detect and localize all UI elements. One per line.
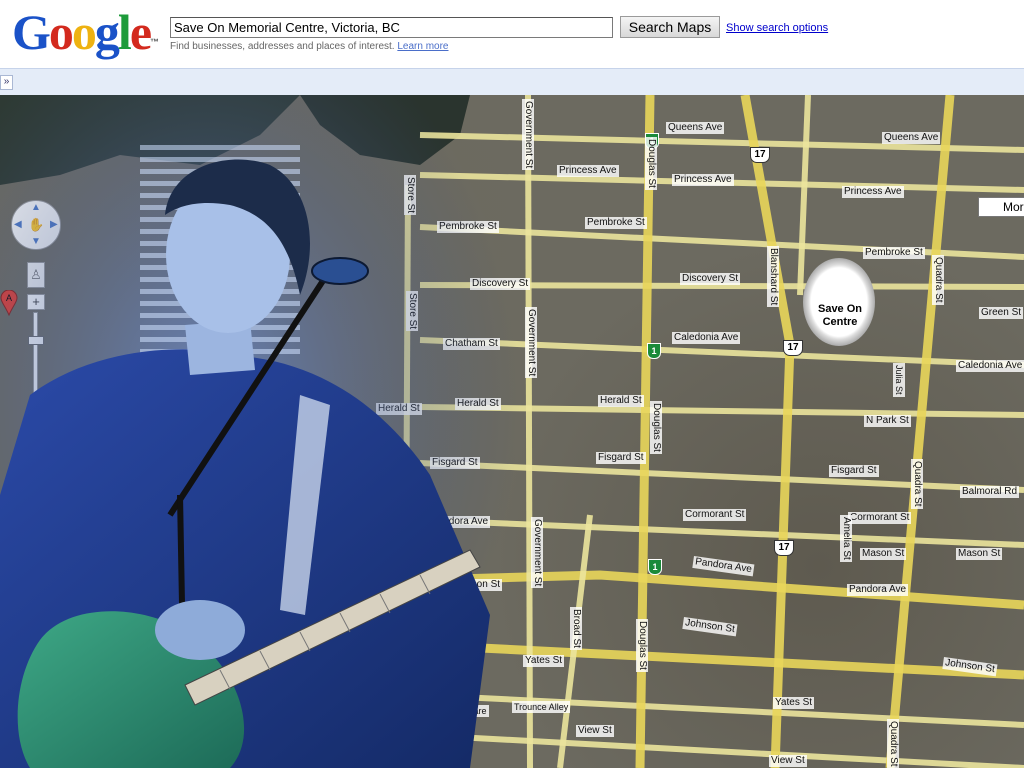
street-label: Chatham St xyxy=(443,338,500,350)
toolbar-band: » xyxy=(0,68,1024,95)
street-label: Pembroke St xyxy=(863,247,925,259)
street-label: Yates St xyxy=(523,655,565,667)
street-view-pegman-icon[interactable]: ♙ xyxy=(27,262,45,288)
street-label: Douglas St xyxy=(636,619,648,672)
street-label: Government St xyxy=(522,99,534,171)
street-label: Broad St xyxy=(570,607,582,650)
search-hint-text: Find businesses, addresses and places of… xyxy=(170,41,395,52)
street-label: Johnson St xyxy=(448,579,503,591)
zoom-slider-handle[interactable] xyxy=(28,336,44,345)
highway-17-icon: 17 xyxy=(774,540,794,556)
street-label: Amelia St xyxy=(840,515,852,562)
marker-letter: A xyxy=(6,293,12,303)
street-label: N Park St xyxy=(864,415,911,427)
street-label: Blanshard St xyxy=(767,246,779,308)
street-label: Green St xyxy=(979,307,1024,319)
street-label: Store St xyxy=(406,291,418,332)
marker-a-icon[interactable]: A xyxy=(0,290,18,316)
zoom-out-button[interactable]: − xyxy=(27,468,45,484)
street-label: Yates St xyxy=(773,697,815,709)
street-label: Herald St xyxy=(455,398,501,410)
search-input[interactable] xyxy=(170,17,613,38)
street-label: Princess Ave xyxy=(557,165,619,177)
street-label: Pembroke St xyxy=(585,217,647,229)
search-maps-button[interactable]: Search Maps xyxy=(620,16,720,38)
trans-canada-1-icon: 1 xyxy=(647,343,661,359)
pan-control[interactable]: ▲ ◀ ▶ ▼ ✋ xyxy=(11,200,61,250)
street-label: View St xyxy=(576,725,614,737)
hand-icon: ✋ xyxy=(28,217,45,232)
street-label: Douglas St xyxy=(650,401,662,454)
more-button[interactable]: More xyxy=(978,197,1024,217)
street-label: Douglas St xyxy=(645,137,657,190)
street-label: Quadra St xyxy=(887,719,899,768)
street-label: Herald St xyxy=(376,403,422,415)
pan-left-icon[interactable]: ◀ xyxy=(14,219,22,230)
street-label: Fisgard St xyxy=(829,465,879,477)
street-label: Cormorant St xyxy=(848,512,912,524)
expand-panel-icon[interactable]: » xyxy=(0,75,13,90)
arena-building xyxy=(803,258,875,346)
street-label: Pandora Ave xyxy=(429,516,491,528)
street-label: Caledonia Ave xyxy=(672,332,741,344)
street-label: Fisgard St xyxy=(430,457,480,469)
street-label: Herald St xyxy=(598,395,644,407)
street-label: Discovery St xyxy=(680,273,741,285)
street-label: Mason St xyxy=(860,548,907,560)
street-label: Caledonia Ave xyxy=(956,360,1024,372)
google-logo[interactable]: Google™ xyxy=(12,4,159,60)
street-label: Fisgard St xyxy=(596,452,646,464)
street-label: Store St xyxy=(404,175,416,216)
trans-canada-1-icon: 1 xyxy=(648,559,662,575)
highway-17-icon: 17 xyxy=(750,147,770,163)
street-label: Balmoral Rd xyxy=(960,486,1020,498)
street-label: Cormorant St xyxy=(683,509,747,521)
satellite-map[interactable]: A Save On Centre 17 17 17 1 1 1 Queens A… xyxy=(0,95,1024,768)
street-label: Discovery St xyxy=(470,278,531,290)
street-label: Government St xyxy=(531,517,543,589)
marker-label[interactable]: Save On Centre xyxy=(808,303,872,329)
learn-more-link[interactable]: Learn more xyxy=(397,41,448,52)
street-label: Pandora Ave xyxy=(847,584,909,596)
pan-down-icon[interactable]: ▼ xyxy=(31,236,41,247)
pan-up-icon[interactable]: ▲ xyxy=(31,202,41,213)
street-label: Mason St xyxy=(956,548,1003,560)
street-label: Quadra St xyxy=(932,255,944,305)
street-label: Julia St xyxy=(893,363,905,397)
search-hint: Find businesses, addresses and places of… xyxy=(170,41,449,52)
street-label: Queens Ave xyxy=(882,132,941,144)
street-label: View St xyxy=(769,755,807,767)
street-label: Government St xyxy=(525,307,537,379)
street-label: Quadra St xyxy=(911,459,923,509)
street-label: Trounce Alley xyxy=(512,701,571,713)
street-label: Bastion Square xyxy=(423,705,489,717)
zoom-in-button[interactable]: + xyxy=(27,294,45,310)
street-label: Princess Ave xyxy=(672,174,734,186)
highway-17-icon: 17 xyxy=(783,340,803,356)
header: Google™ Search Maps Show search options … xyxy=(0,0,1024,68)
street-label: Queens Ave xyxy=(666,122,725,134)
street-label: Princess Ave xyxy=(842,186,904,198)
pan-right-icon[interactable]: ▶ xyxy=(50,219,58,230)
street-label: Pembroke St xyxy=(437,221,499,233)
show-search-options-link[interactable]: Show search options xyxy=(726,22,828,34)
